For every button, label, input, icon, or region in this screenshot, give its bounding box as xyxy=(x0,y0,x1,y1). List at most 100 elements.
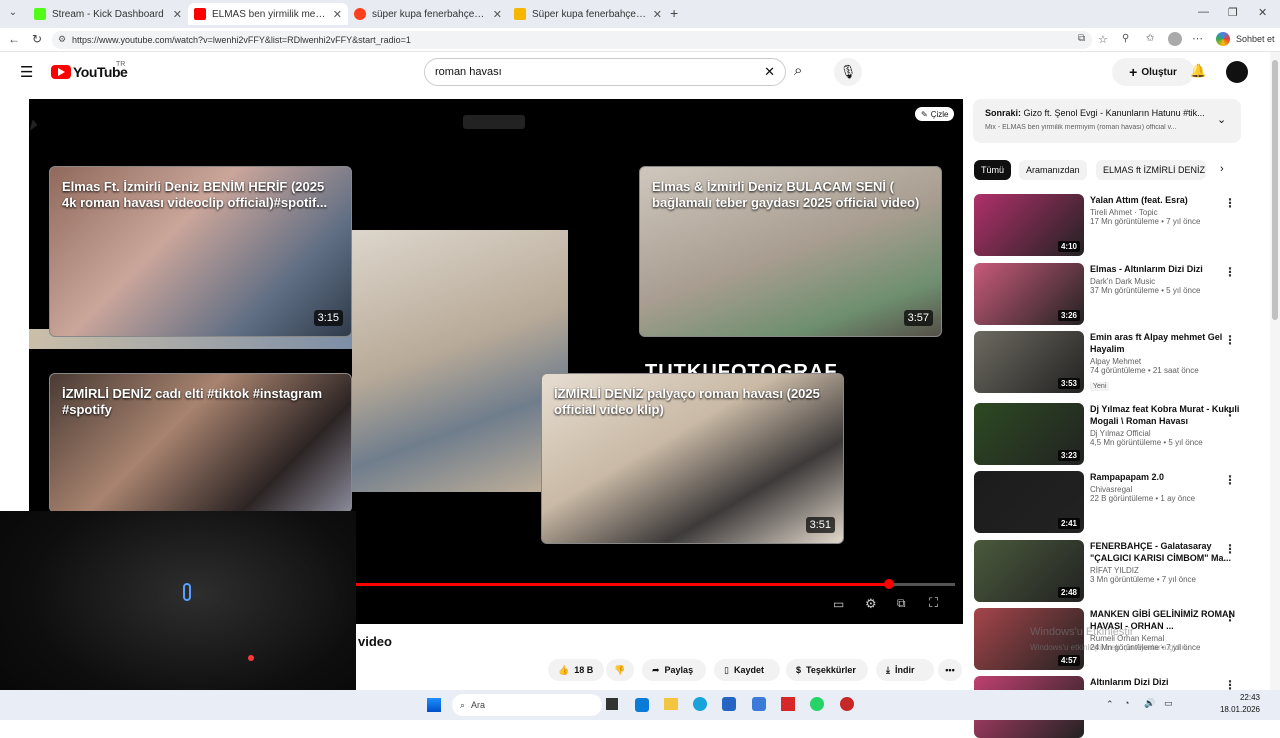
chip-all[interactable]: Tümü xyxy=(974,160,1012,180)
windows-start-icon[interactable] xyxy=(427,698,441,712)
chip-from-search[interactable]: Aramanızdan xyxy=(1019,160,1087,180)
hamburger-menu-icon[interactable]: ☰ xyxy=(20,63,33,81)
task-view-icon[interactable] xyxy=(606,698,618,710)
more-options-icon[interactable]: ⋮ xyxy=(1224,542,1236,556)
url-field[interactable]: ⚙ https://www.youtube.com/watch?v=lwenhi… xyxy=(52,31,1092,49)
more-options-icon[interactable]: ⋮ xyxy=(1224,473,1236,487)
new-tab-button[interactable]: + xyxy=(670,5,678,21)
chevron-down-icon[interactable]: ⌄ xyxy=(1217,113,1226,126)
file-explorer-icon[interactable] xyxy=(664,698,678,710)
end-card-2[interactable]: Elmas & İzmirli Deniz BULACAM SENİ ( bağ… xyxy=(639,166,942,337)
back-arrow-icon[interactable]: ← xyxy=(8,32,20,46)
app-icon[interactable] xyxy=(752,697,766,711)
channel-name[interactable]: Tireli Ahmet · Topic xyxy=(1090,208,1240,217)
video-thumbnail[interactable]: 2:41 xyxy=(974,471,1084,533)
sidebar-video-item[interactable]: 4:57 MANKEN GİBİ GELİNİMİZ ROMAN HAVASI -… xyxy=(974,608,1264,670)
youtube-logo-icon[interactable] xyxy=(51,65,71,79)
video-thumbnail[interactable]: 3:26 xyxy=(974,263,1084,325)
video-title[interactable]: Dj Yılmaz feat Kobra Murat - Kukuli Moga… xyxy=(1090,403,1240,427)
thanks-button[interactable]: $ Teşekkürler xyxy=(786,659,868,681)
notifications-bell-icon[interactable]: 🔔 xyxy=(1190,63,1206,79)
video-title[interactable]: FENERBAHÇE - Galatasaray "ÇALGICI KARISI… xyxy=(1090,540,1240,564)
sidebar-video-item[interactable]: 3:23 Dj Yılmaz feat Kobra Murat - Kukuli … xyxy=(974,403,1264,465)
dislike-button[interactable]: 👎 xyxy=(606,659,634,681)
close-window-button[interactable]: ✕ xyxy=(1258,6,1267,19)
progress-scrubber[interactable] xyxy=(884,579,894,589)
network-icon[interactable]: ◔ xyxy=(1124,698,1129,708)
cizle-button[interactable]: ✎ Çizle xyxy=(915,107,955,121)
channel-name[interactable]: Alpay Mehmet xyxy=(1090,357,1240,366)
sidebar-video-item[interactable]: 3:53 Emin aras ft Alpay mehmet Gel Hayali… xyxy=(974,331,1264,393)
sohbet-button[interactable]: Sohbet et xyxy=(1236,34,1275,44)
tab-yandex-search[interactable]: süper kupa fenerbahçe — Yandex: ✕ xyxy=(348,3,508,25)
like-button[interactable]: 👍 18 B xyxy=(548,659,604,681)
subtitles-icon[interactable]: ▭ xyxy=(833,597,844,611)
taskbar-search[interactable]: ⌕ Ara xyxy=(452,694,602,716)
end-card-4[interactable]: İZMİRLİ DENİZ palyaço roman havası (2025… xyxy=(541,373,844,544)
minimize-window-button[interactable]: — xyxy=(1198,6,1209,18)
video-title[interactable]: Rampapapam 2.0 xyxy=(1090,471,1240,483)
more-options-icon[interactable]: ⋮ xyxy=(1224,265,1236,279)
miniplayer-icon[interactable]: ⧉ xyxy=(897,596,906,611)
scrollbar-thumb[interactable] xyxy=(1272,60,1278,320)
fullscreen-icon[interactable]: ⛶ xyxy=(929,595,938,611)
tab-youtube-elmas[interactable]: ELMAS ben yirmilik mermiyim (ro ✕ xyxy=(188,3,348,25)
sidebar-video-item[interactable]: 3:26 Elmas - Altınlarım Dizi Dizi Dark'n D… xyxy=(974,263,1264,325)
clear-search-icon[interactable]: ✕ xyxy=(764,64,775,80)
channel-name[interactable]: RİFAT YILDIZ xyxy=(1090,566,1240,575)
search-icon[interactable]: ⌕ xyxy=(794,62,802,79)
end-card-1[interactable]: Elmas Ft. İzmirli Deniz BENİM HERİF (202… xyxy=(49,166,352,337)
more-options-icon[interactable]: ⋮ xyxy=(1224,333,1236,347)
profile-avatar[interactable] xyxy=(1168,32,1182,46)
search-input[interactable]: roman havası ✕ xyxy=(424,58,786,86)
favorites-icon[interactable]: ✩ xyxy=(1146,33,1154,44)
video-thumbnail[interactable]: 4:10 xyxy=(974,194,1084,256)
page-scrollbar[interactable] xyxy=(1270,52,1280,690)
video-title[interactable]: Yalan Attım (feat. Esra) xyxy=(1090,194,1240,206)
menu-dots-icon[interactable]: ⋯ xyxy=(1192,32,1203,45)
create-button[interactable]: + Oluştur xyxy=(1112,58,1194,86)
sidebar-video-item[interactable]: 2:41 Rampapapam 2.0 Chivasregal 22 B görünt… xyxy=(974,471,1264,533)
video-title[interactable]: Elmas - Altınlarım Dizi Dizi xyxy=(1090,263,1240,275)
widgets-icon[interactable] xyxy=(635,698,649,712)
tray-chevron-icon[interactable]: ⌃ xyxy=(1106,699,1114,710)
chevron-right-icon[interactable]: › xyxy=(1220,163,1224,175)
copilot-icon[interactable] xyxy=(1216,32,1230,46)
battery-icon[interactable]: ▭ xyxy=(1164,698,1173,709)
progress-bar[interactable] xyxy=(355,579,955,589)
more-options-icon[interactable]: ⋮ xyxy=(1224,610,1236,624)
video-thumbnail[interactable]: 2:48 xyxy=(974,540,1084,602)
extensions-icon[interactable]: ⚲ xyxy=(1122,33,1129,44)
chip-elmas[interactable]: ELMAS ft İZMİRLİ DENİZ xyxy=(1096,160,1206,180)
red-app-icon[interactable] xyxy=(840,697,854,711)
video-thumbnail[interactable]: 4:57 xyxy=(974,608,1084,670)
tab-list-chevron-icon[interactable]: ⌄ xyxy=(6,7,20,21)
video-title[interactable]: Altınlarım Dizi Dizi xyxy=(1090,676,1240,688)
shield-icon[interactable] xyxy=(781,697,795,711)
close-tab-icon[interactable]: ✕ xyxy=(173,8,182,21)
maximize-window-button[interactable]: ❐ xyxy=(1228,6,1238,19)
video-thumbnail[interactable]: 3:23 xyxy=(974,403,1084,465)
reload-icon[interactable]: ↻ xyxy=(32,32,42,46)
microphone-icon[interactable]: 🎙 xyxy=(834,58,862,86)
channel-name[interactable]: Dj Yılmaz Official xyxy=(1090,429,1240,438)
whatsapp-icon[interactable] xyxy=(810,697,824,711)
video-thumbnail[interactable]: 3:53 xyxy=(974,331,1084,393)
more-actions-button[interactable]: ••• xyxy=(938,659,962,681)
close-tab-icon[interactable]: ✕ xyxy=(493,8,502,21)
settings-gear-icon[interactable]: ⚙ xyxy=(865,596,877,612)
save-button[interactable]: ▯ Kaydet xyxy=(714,659,780,681)
video-title[interactable]: Emin aras ft Alpay mehmet Gel Hayalim xyxy=(1090,331,1240,355)
volume-icon[interactable]: 🔊 xyxy=(1144,698,1155,709)
account-avatar[interactable] xyxy=(1226,61,1248,83)
close-tab-icon[interactable]: ✕ xyxy=(653,8,662,21)
tab-yandex-images[interactable]: Süper kupa fenerbahçe Görselleri ✕ xyxy=(508,3,668,25)
channel-name[interactable]: Dark'n Dark Music xyxy=(1090,277,1240,286)
playlist-panel[interactable]: Sonraki: Gizo ft. Şenol Evgi - Kanunları… xyxy=(973,99,1241,143)
more-options-icon[interactable]: ⋮ xyxy=(1224,196,1236,210)
share-button[interactable]: ➦ Paylaş xyxy=(642,659,706,681)
edge-icon[interactable] xyxy=(693,697,707,711)
more-options-icon[interactable]: ⋮ xyxy=(1224,405,1236,419)
bookmark-star-icon[interactable]: ☆ xyxy=(1098,33,1108,46)
download-button[interactable]: ⤓ İndir xyxy=(876,659,934,681)
